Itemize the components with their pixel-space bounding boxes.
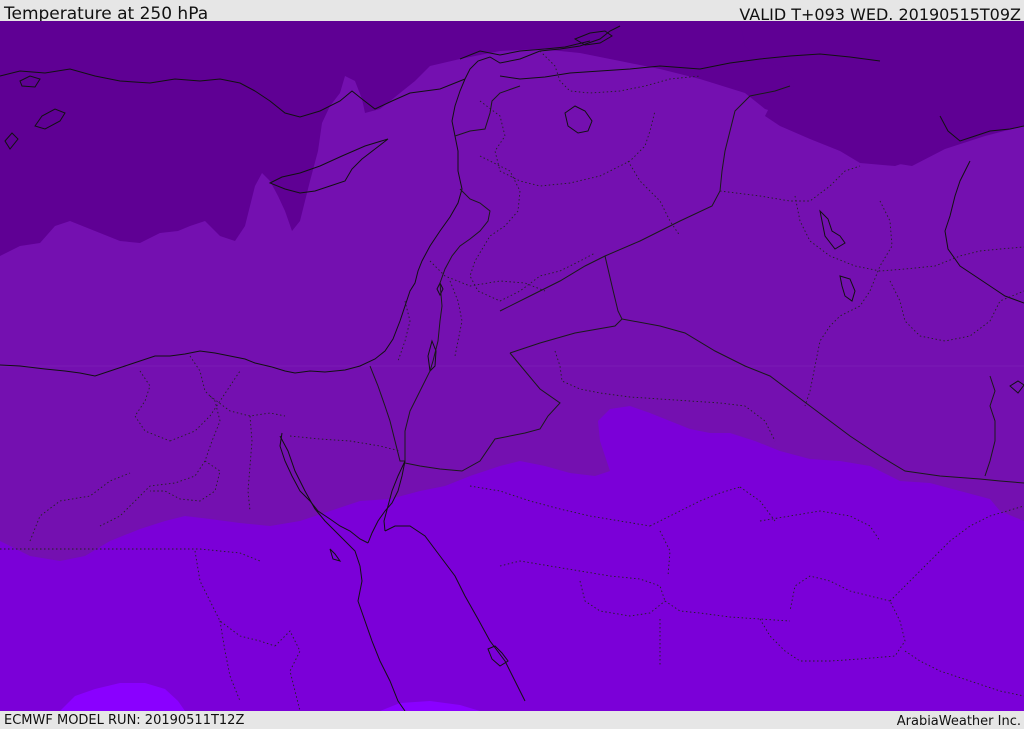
temperature-map [0,21,1024,711]
map-canvas [0,21,1024,711]
model-run-label: ECMWF MODEL RUN: 20190511T12Z [4,713,245,728]
weather-map-frame: Temperature at 250 hPa VALID T+093 WED. … [0,0,1024,729]
header-bar: Temperature at 250 hPa VALID T+093 WED. … [0,0,1024,24]
footer-bar: ECMWF MODEL RUN: 20190511T12Z ArabiaWeat… [0,711,1024,729]
credit-label: ArabiaWeather Inc. [896,714,1021,729]
